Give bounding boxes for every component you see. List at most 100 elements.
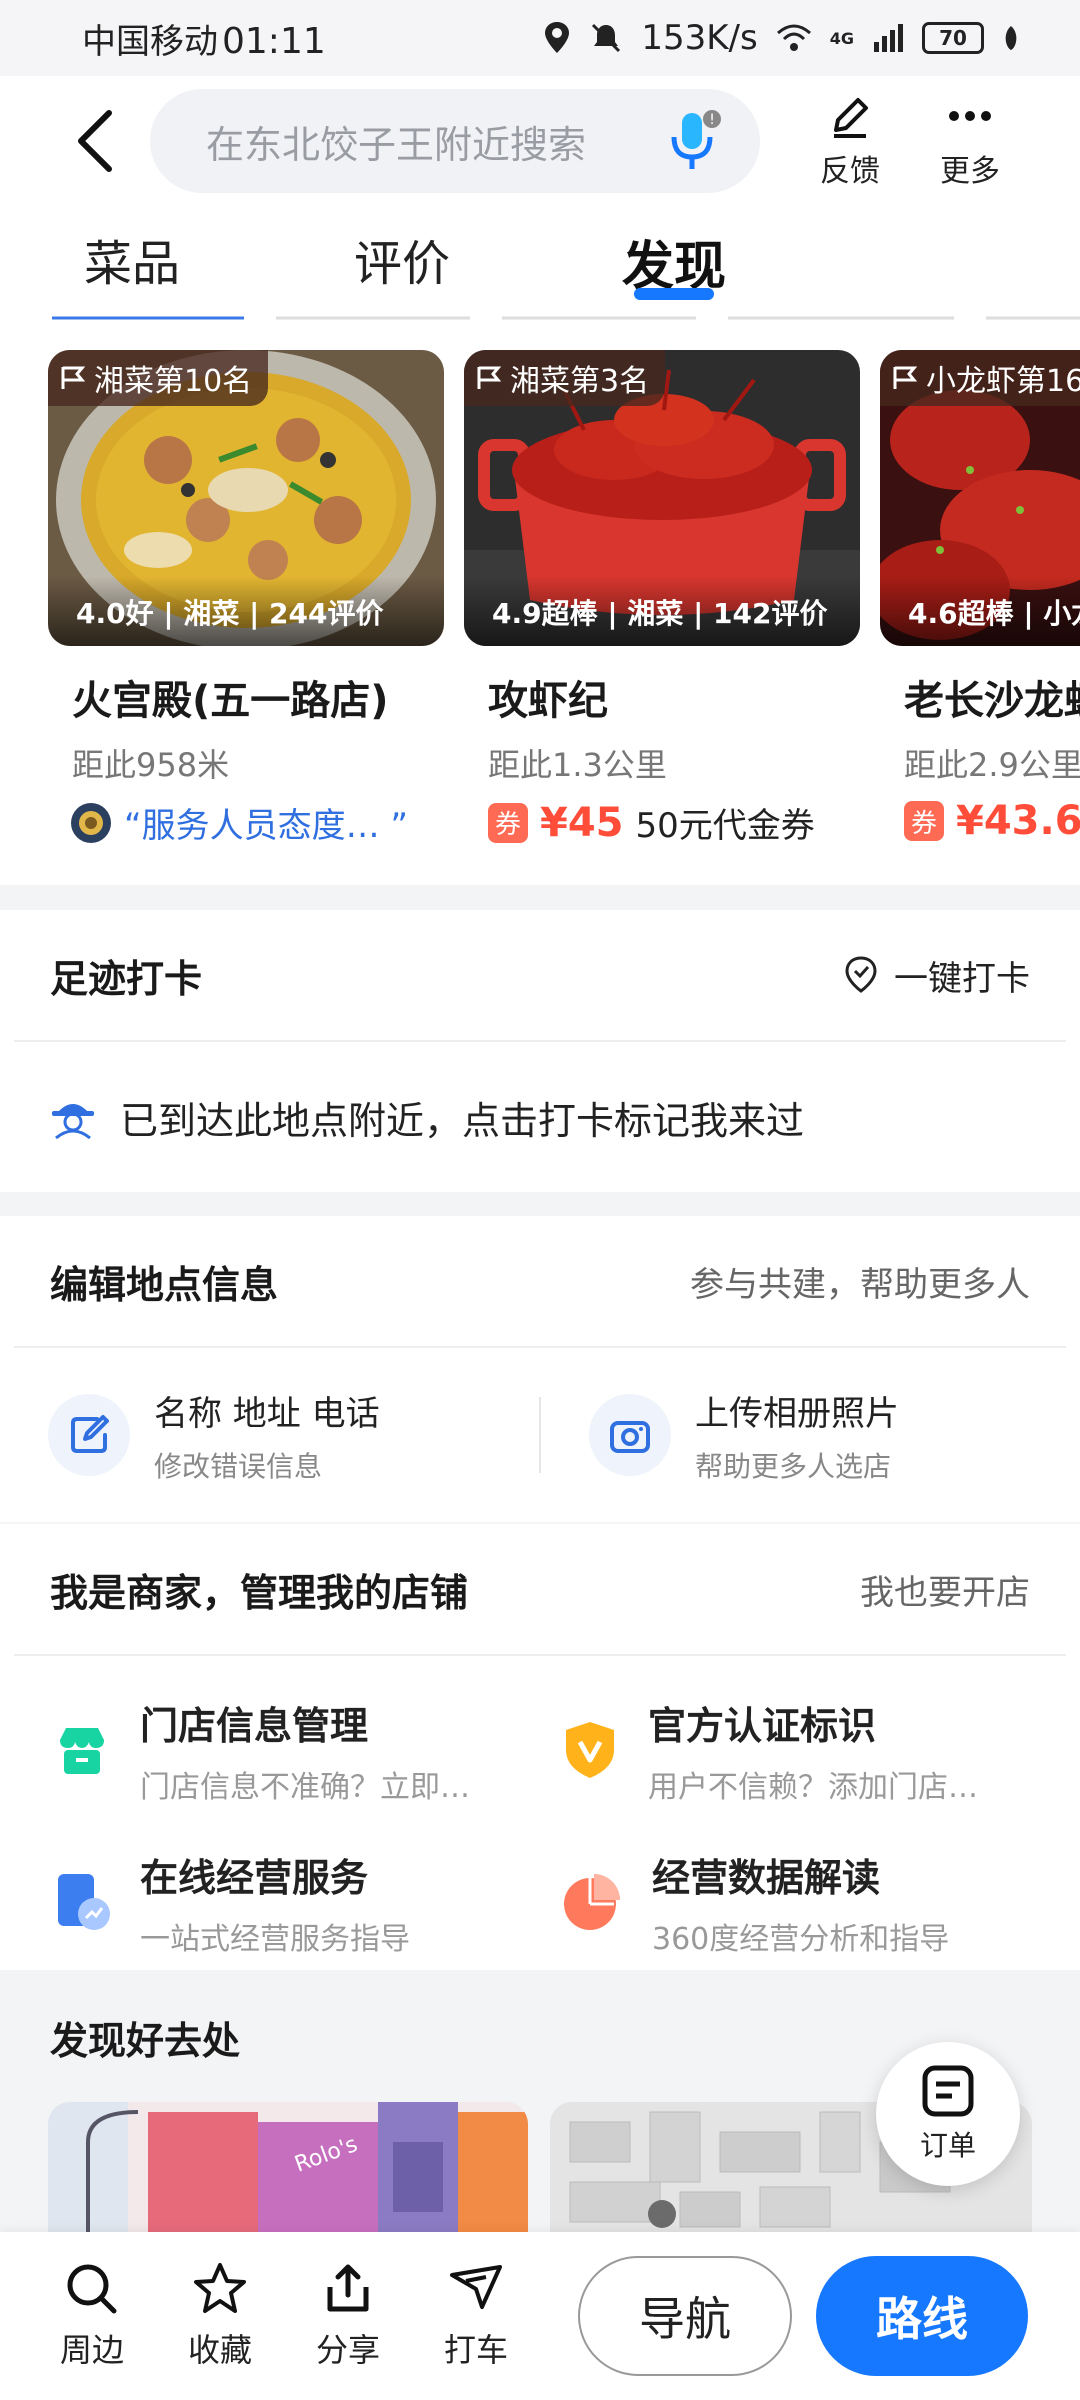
open-store-link[interactable]: 我也要开店: [860, 1565, 1030, 1614]
mute-bell-icon: [592, 23, 621, 53]
nearby-button[interactable]: 周边: [28, 2261, 156, 2371]
favorite-button[interactable]: 收藏: [156, 2261, 284, 2371]
rating-meta: 4.6超棒 | 小龙: [880, 576, 1080, 646]
carousel-peek-strip: [52, 316, 1080, 320]
verified-shield-icon: [566, 1722, 614, 1778]
restaurant-name: 老长沙龙虾: [904, 678, 1080, 724]
search-input[interactable]: 在东北饺子王附近搜索 !: [150, 89, 760, 193]
biz-item-subtitle: 360度经营分析和指导: [652, 1921, 950, 1957]
voice-mic-icon[interactable]: !: [668, 107, 724, 175]
clock: 01:11: [222, 20, 326, 62]
order-button[interactable]: 订单: [876, 2042, 1020, 2186]
more-label: 更多: [940, 154, 1000, 189]
upload-photos[interactable]: 上传相册照片 帮助更多人选店: [541, 1386, 1080, 1485]
header: 在东北饺子王附近搜索 ! 反馈 更多: [0, 76, 1080, 206]
checkin-pin-icon: [845, 956, 877, 993]
review-snippet[interactable]: “服务人员态度… ”: [124, 798, 408, 847]
rank-badge: 湘菜第10名: [48, 350, 269, 406]
route-button[interactable]: 路线: [816, 2256, 1028, 2376]
restaurant-name: 攻虾纪: [488, 678, 608, 724]
discover-title: 发现好去处: [50, 2019, 241, 2063]
flag-icon: [893, 366, 918, 389]
flag-icon: [477, 366, 502, 389]
coupon-row[interactable]: 券 ¥45 50元代金券: [464, 798, 860, 847]
one-tap-checkin-button[interactable]: 一键打卡: [842, 951, 1030, 1000]
restaurant-distance: 距此1.3公里: [488, 746, 667, 784]
feedback-label: 反馈: [820, 154, 880, 189]
restaurant-card[interactable]: 湘菜第3名 4.9超棒 | 湘菜 | 142评价 攻虾纪 距此1.3公里 券 ¥…: [464, 350, 860, 847]
edit-pen-icon: [834, 98, 868, 138]
feedback-button[interactable]: 反馈: [790, 92, 910, 190]
taxi-label: 打车: [443, 2331, 508, 2369]
edit-item-title: 上传相册照片: [695, 1393, 899, 1434]
restaurant-distance: 距此2.9公里: [904, 746, 1080, 784]
taxi-icon: [450, 2265, 502, 2309]
taxi-button[interactable]: 打车: [412, 2261, 540, 2371]
biz-item-title: 经营数据解读: [652, 1855, 881, 1900]
rank-text: 小龙虾第16: [926, 364, 1080, 399]
more-dots-icon: [949, 111, 991, 121]
avatar: [71, 802, 111, 843]
biz-item-subtitle: 用户不信赖？添加门店…: [648, 1769, 978, 1805]
edit-item-title: 名称 地址 电话: [154, 1393, 380, 1434]
leaf-icon: [1005, 26, 1017, 50]
edit-info-section: 编辑地点信息 参与共建，帮助更多人 名称 地址 电话 修改错误信息 上传相册照片…: [0, 1216, 1080, 1522]
restaurant-photo: 湘菜第3名 4.9超棒 | 湘菜 | 142评价: [464, 350, 860, 646]
checkin-section: 足迹打卡 一键打卡 已到达此地点附近，点击打卡标记我来过: [0, 910, 1080, 1192]
coupon-row[interactable]: 券 ¥43.68: [880, 798, 1080, 844]
biz-item-subtitle: 一站式经营服务指导: [140, 1921, 410, 1957]
rating-meta: 4.9超棒 | 湘菜 | 142评价: [464, 576, 860, 646]
battery-indicator: 70: [922, 22, 984, 54]
store-info-management[interactable]: 门店信息管理 门店信息不准确？立即…: [0, 1674, 540, 1826]
back-button[interactable]: [40, 86, 150, 196]
share-label: 分享: [315, 2331, 380, 2369]
rank-text: 湘菜第3名: [510, 364, 650, 399]
share-button[interactable]: 分享: [284, 2261, 412, 2371]
coupon-tag: 券: [488, 802, 528, 843]
edit-icon: [71, 1415, 109, 1453]
checkin-prompt[interactable]: 已到达此地点附近，点击打卡标记我来过: [0, 1042, 1080, 1192]
review-snippet-row: “服务人员态度… ”: [48, 798, 444, 847]
coupon-price: ¥45: [540, 799, 624, 846]
discover-card-image[interactable]: Rolo's: [48, 2102, 528, 2232]
search-placeholder: 在东北饺子王附近搜索: [206, 122, 587, 167]
restaurant-card[interactable]: 湘菜第10名 4.0好 | 湘菜 | 244评价 火宫殿(五一路店) 距此958…: [48, 350, 444, 847]
status-bar: 中国移动 01:11 153K/s 4G 70: [0, 0, 1080, 76]
pie-chart-icon: [564, 1874, 620, 1930]
restaurant-card[interactable]: 小龙虾第16 4.6超棒 | 小龙 老长沙龙虾 距此2.9公里 券 ¥43.68: [880, 350, 1080, 844]
share-icon: [327, 2264, 369, 2312]
rating-meta: 4.0好 | 湘菜 | 244评价: [48, 576, 444, 646]
tab-reviews[interactable]: 评价: [354, 206, 450, 310]
tab-bar: 菜品 评价 发现: [0, 206, 1080, 310]
signal-type: 4G: [829, 28, 854, 48]
rank-badge: 湘菜第3名: [464, 350, 666, 406]
tab-dishes[interactable]: 菜品: [84, 206, 180, 310]
signal-icon: [874, 24, 903, 52]
official-verification[interactable]: 官方认证标识 用户不信赖？添加门店…: [540, 1674, 1080, 1826]
restaurant-carousel[interactable]: 湘菜第10名 4.0好 | 湘菜 | 244评价 火宫殿(五一路店) 距此958…: [0, 310, 1080, 885]
search-icon: [67, 2264, 117, 2314]
restaurant-distance: 距此958米: [72, 746, 230, 784]
coupon-tag: 券: [904, 801, 944, 841]
camera-icon: [610, 1421, 650, 1453]
business-data-analysis[interactable]: 经营数据解读 360度经营分析和指导: [540, 1826, 1080, 1978]
location-icon: [545, 22, 570, 53]
edit-item-subtitle: 修改错误信息: [154, 1449, 323, 1483]
bottom-action-bar: 周边 收藏 分享 打车 导航 路线: [0, 2232, 1080, 2400]
favorite-label: 收藏: [187, 2331, 252, 2369]
navigate-button[interactable]: 导航: [578, 2256, 792, 2376]
rank-badge: 小龙虾第16: [880, 350, 1080, 406]
biz-item-subtitle: 门店信息不准确？立即…: [140, 1769, 470, 1805]
store-icon: [60, 1728, 104, 1774]
edit-name-address-phone[interactable]: 名称 地址 电话 修改错误信息: [0, 1386, 539, 1485]
battery-level: 70: [939, 26, 967, 50]
star-icon: [194, 2263, 246, 2313]
tab-discover[interactable]: 发现: [622, 206, 726, 310]
online-business-service[interactable]: 在线经营服务 一站式经营服务指导: [0, 1826, 540, 1978]
merchant-title: 我是商家，管理我的店铺: [50, 1570, 469, 1615]
checkin-title: 足迹打卡: [50, 956, 203, 1001]
order-label: 订单: [919, 2129, 976, 2162]
edit-item-subtitle: 帮助更多人选店: [695, 1449, 892, 1483]
more-button[interactable]: 更多: [910, 92, 1030, 190]
biz-item-title: 官方认证标识: [648, 1703, 877, 1748]
